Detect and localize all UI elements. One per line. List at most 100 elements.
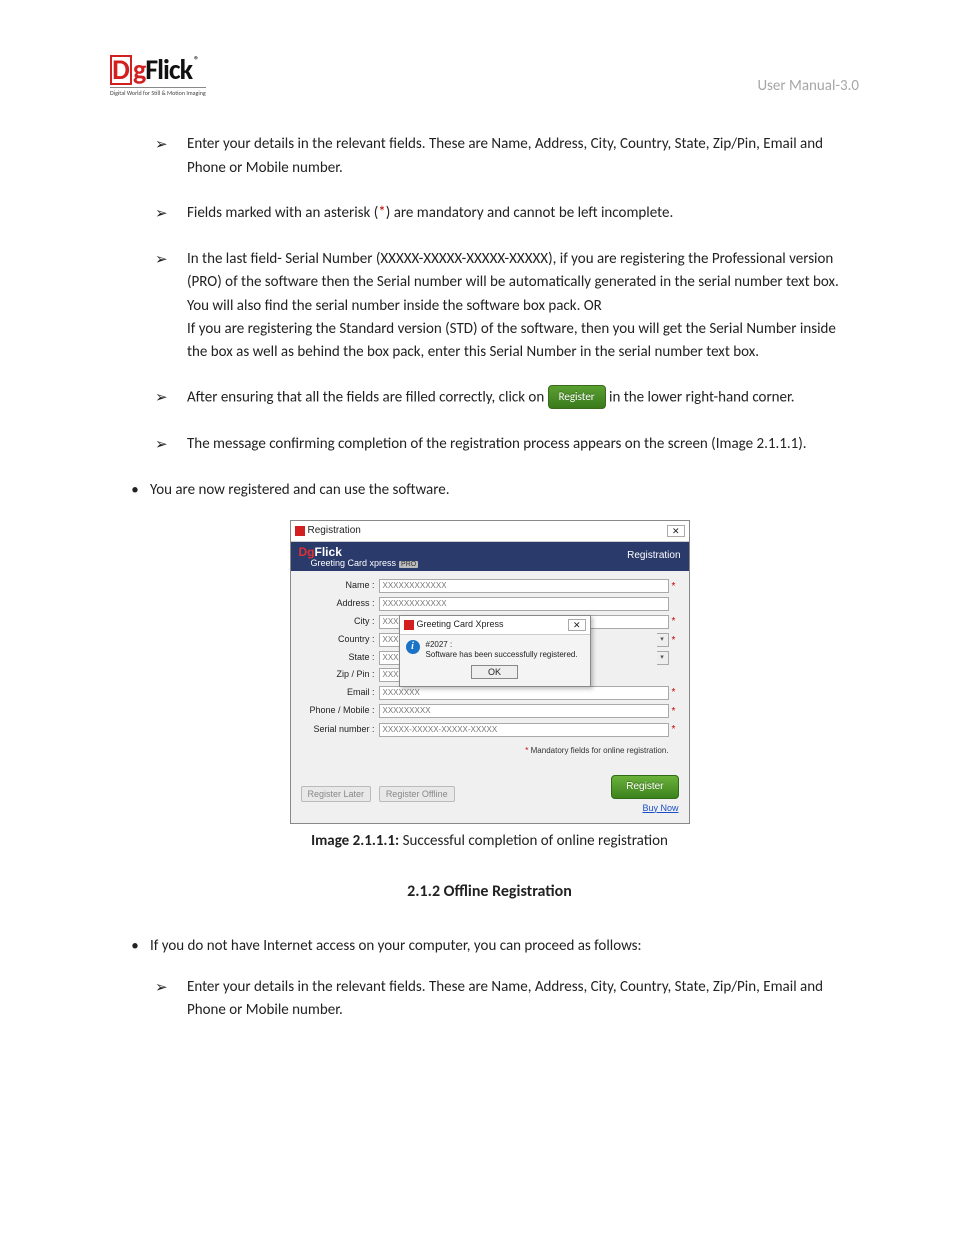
titlebar-left: Registration (295, 523, 361, 539)
input-email[interactable]: XXXXXXX (379, 686, 669, 700)
input-serial[interactable]: XXXXX-XXXXX-XXXXX-XXXXX (379, 723, 669, 737)
label-phone: Phone / Mobile : (301, 704, 379, 718)
popup-titlebar: Greeting Card Xpress ✕ (400, 616, 590, 635)
product-name: Greeting Card xpressPRO (299, 559, 419, 569)
close-icon[interactable]: ✕ (667, 525, 685, 537)
list-text: The message confirming completion of the… (187, 433, 859, 457)
text-fragment: After ensuring that all the fields are f… (187, 389, 548, 407)
popup-footer: OK (400, 662, 590, 686)
popup-message: #2027 : Software has been successfully r… (426, 640, 578, 660)
list-text: Enter your details in the relevant field… (187, 133, 859, 180)
input-phone[interactable]: XXXXXXXXX (379, 704, 669, 718)
list-item: ➢ In the last field- Serial Number (XXXX… (155, 248, 859, 364)
window-title: Registration (308, 523, 361, 539)
ok-button[interactable]: OK (471, 665, 518, 679)
bullet-text: If you do not have Internet access on yo… (150, 935, 859, 958)
bullet-dot-icon: • (120, 935, 150, 958)
label-address: Address : (301, 597, 379, 611)
list-text: Fields marked with an asterisk (*) are m… (187, 202, 859, 226)
label-city: City : (301, 615, 379, 629)
registration-header: DgFlick Greeting Card xpressPRO Registra… (291, 542, 689, 571)
text-fragment: Fields marked with an asterisk ( (187, 204, 378, 222)
mandatory-note: * Mandatory fields for online registrati… (301, 741, 679, 763)
logo-block: D gFlick ® Digital World for Still & Mot… (110, 55, 206, 98)
paragraph: If you are registering the Standard vers… (187, 318, 859, 365)
text-fragment: ) are mandatory and cannot be left incom… (386, 204, 673, 222)
register-later-button[interactable]: Register Later (301, 786, 372, 802)
main-content: ➢ Enter your details in the relevant fie… (110, 133, 859, 1022)
caption-text: Successful completion of online registra… (399, 832, 668, 850)
paragraph: In the last field- Serial Number (XXXXX-… (187, 248, 859, 318)
label-state: State : (301, 651, 379, 665)
input-address[interactable]: XXXXXXXXXXXX (379, 597, 669, 611)
chevron-right-icon: ➢ (155, 248, 187, 364)
brand-block: DgFlick Greeting Card xpressPRO (299, 546, 419, 569)
registration-window: Registration ✕ DgFlick Greeting Card xpr… (290, 520, 690, 824)
list-item: ➢ Enter your details in the relevant fie… (155, 133, 859, 180)
list-item: ➢ Enter your details in the relevant fie… (155, 976, 859, 1023)
page-header: D gFlick ® Digital World for Still & Mot… (110, 55, 859, 98)
buy-now-link[interactable]: Buy Now (642, 802, 678, 816)
bullet-item: • You are now registered and can use the… (120, 479, 859, 502)
logo: D gFlick ® (110, 55, 197, 85)
caption-label: Image 2.1.1.1: (311, 832, 399, 850)
text-fragment: in the lower right-hand corner. (606, 389, 795, 407)
label-email: Email : (301, 686, 379, 700)
arrow-list-2: ➢ Enter your details in the relevant fie… (120, 976, 859, 1023)
popup-text: Software has been successfully registere… (426, 650, 578, 660)
form-row-phone: Phone / Mobile : XXXXXXXXX * (301, 704, 679, 720)
pro-badge: PRO (399, 561, 418, 568)
popup-body: i #2027 : Software has been successfully… (400, 635, 590, 662)
popup-title-left: Greeting Card Xpress (404, 618, 504, 632)
logo-text: gFlick (133, 56, 192, 84)
logo-letter-box: D (110, 55, 132, 85)
list-text: Enter your details in the relevant field… (187, 976, 859, 1023)
list-item: ➢ Fields marked with an asterisk (*) are… (155, 202, 859, 226)
app-icon (295, 526, 305, 536)
arrow-list-1: ➢ Enter your details in the relevant fie… (120, 133, 859, 457)
window-titlebar: Registration ✕ (291, 521, 689, 542)
footer-right: Register Buy Now (611, 775, 678, 815)
dropdown-icon[interactable]: ▾ (657, 633, 669, 647)
chevron-right-icon: ➢ (155, 202, 187, 226)
form-row-email: Email : XXXXXXX * (301, 685, 679, 701)
chevron-right-icon: ➢ (155, 433, 187, 457)
registration-form: Name : XXXXXXXXXXXX * Address : XXXXXXXX… (291, 571, 689, 769)
chevron-right-icon: ➢ (155, 133, 187, 180)
form-row-serial: Serial number : XXXXX-XXXXX-XXXXX-XXXXX … (301, 722, 679, 738)
panel-heading: Registration (627, 546, 680, 564)
form-row-name: Name : XXXXXXXXXXXX * (301, 579, 679, 595)
label-name: Name : (301, 579, 379, 593)
app-icon (404, 620, 414, 630)
label-zip: Zip / Pin : (301, 668, 379, 682)
bullet-dot-icon: • (120, 479, 150, 502)
registration-footer: Register Later Register Offline Register… (291, 769, 689, 823)
register-offline-button[interactable]: Register Offline (379, 786, 455, 802)
required-icon: * (669, 579, 679, 595)
dropdown-icon[interactable]: ▾ (657, 651, 669, 665)
bullet-text: You are now registered and can use the s… (150, 479, 859, 502)
close-icon[interactable]: ✕ (568, 619, 586, 631)
chevron-right-icon: ➢ (155, 386, 187, 410)
asterisk-icon: * (378, 204, 385, 222)
logo-g: g (133, 52, 145, 87)
popup-code: #2027 : (426, 640, 578, 650)
footer-left: Register Later Register Offline (301, 787, 460, 803)
required-icon: * (669, 722, 679, 738)
list-text: After ensuring that all the fields are f… (187, 386, 859, 410)
logo-tagline: Digital World for Still & Motion Imaging (110, 87, 206, 98)
register-button-inline: Register (548, 385, 606, 409)
figure-caption: Image 2.1.1.1: Successful completion of … (120, 830, 859, 853)
success-popup: Greeting Card Xpress ✕ i #2027 : Softwar… (399, 615, 591, 687)
chevron-right-icon: ➢ (155, 976, 187, 1023)
input-name[interactable]: XXXXXXXXXXXX (379, 579, 669, 593)
register-button[interactable]: Register (611, 775, 678, 799)
list-text: In the last field- Serial Number (XXXXX-… (187, 248, 859, 364)
list-item: ➢ The message confirming completion of t… (155, 433, 859, 457)
doc-title: User Manual-3.0 (757, 75, 859, 98)
info-icon: i (406, 640, 420, 654)
required-icon: * (669, 685, 679, 701)
figure: Registration ✕ DgFlick Greeting Card xpr… (120, 520, 859, 854)
registered-mark-icon: ® (194, 55, 199, 65)
list-item: ➢ After ensuring that all the fields are… (155, 386, 859, 410)
